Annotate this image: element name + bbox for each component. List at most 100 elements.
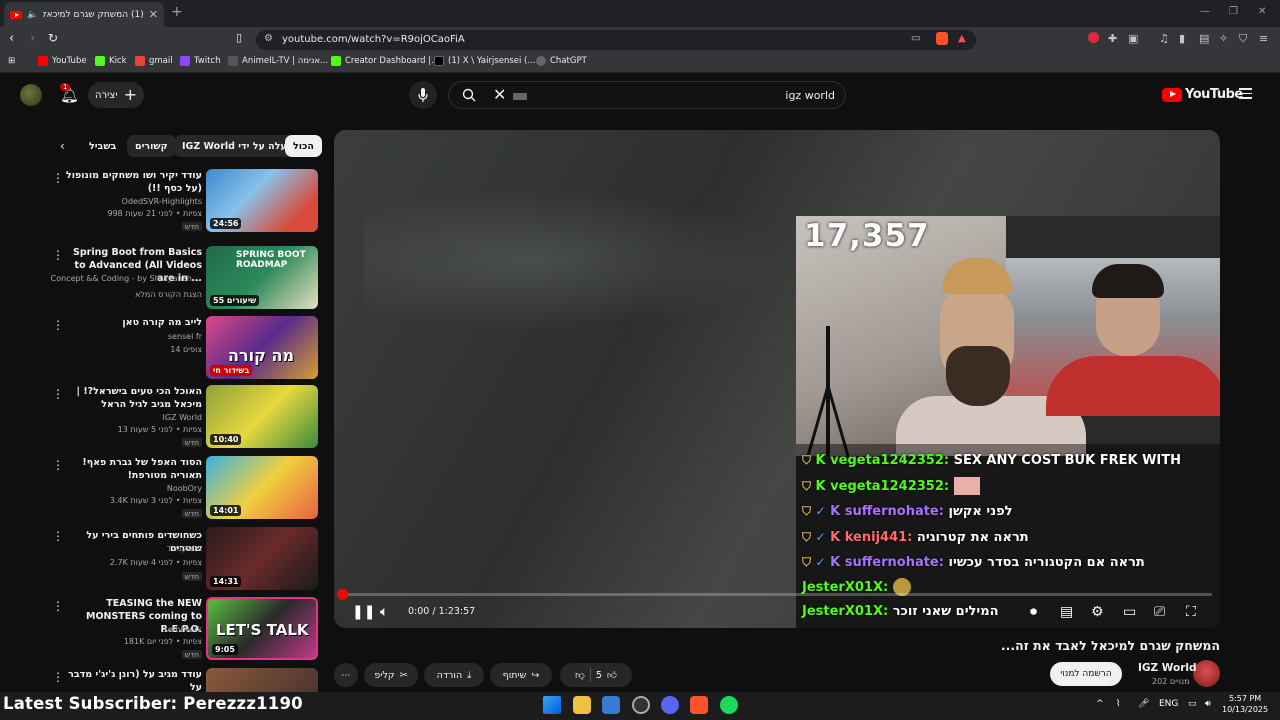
fullscreen-icon[interactable]: ⛶ xyxy=(1186,604,1196,620)
video-thumbnail[interactable] xyxy=(206,668,318,692)
channel-name[interactable]: OdedSVR-Highlights xyxy=(122,197,202,206)
bookmark-x[interactable]: (1) X \ Yairjsensei (... xyxy=(434,56,535,66)
bookmark-creator-dashboard[interactable]: Creator Dashboard |... xyxy=(331,56,439,66)
subtitles-icon[interactable]: ▤ xyxy=(1060,604,1073,620)
bookmark-kick[interactable]: Kick xyxy=(95,56,127,66)
video-thumbnail[interactable]: 10:40 xyxy=(206,385,318,448)
cast-icon[interactable]: ⎚ xyxy=(1154,604,1165,620)
bookmark-icon[interactable]: ▯ xyxy=(236,31,242,44)
theater-mode-icon[interactable]: ▭ xyxy=(1123,604,1136,620)
video-thumbnail[interactable]: מה קורה בשידור חי xyxy=(206,316,318,379)
maximize-icon[interactable]: ❐ xyxy=(1229,6,1238,17)
video-title[interactable]: הסוד האפל של גברת פאף! תאוריה מטורפת! xyxy=(62,456,202,482)
keyboard-icon[interactable] xyxy=(513,93,527,100)
video-thumbnail[interactable]: 14:01 xyxy=(206,456,318,519)
system-clock[interactable]: 5:57 PM 10/13/2025 xyxy=(1222,693,1268,715)
discord-icon[interactable] xyxy=(661,696,679,714)
new-tab-icon[interactable]: + xyxy=(171,4,183,20)
create-button[interactable]: יצירה + xyxy=(88,82,144,108)
recommendation-item[interactable]: ⋮ SPRING BOOT ROADMAP 55 שיעורים Spring B… xyxy=(48,246,320,312)
progress-bar[interactable] xyxy=(337,589,1212,600)
spotify-icon[interactable] xyxy=(720,696,738,714)
address-bar[interactable]: ⚙ youtube.com/watch?v=R9ojOCaoFiA ▭ ▲ xyxy=(256,30,976,50)
autoplay-toggle[interactable]: ⏺ xyxy=(1030,604,1037,620)
microphone-tray-icon[interactable]: 🎤︎ xyxy=(1138,699,1149,709)
recommendation-item[interactable]: ⋮ 24:56 עודד יקיר ושו משחקים מונופול (על… xyxy=(48,169,320,235)
reload-icon[interactable]: ↻ xyxy=(48,31,58,45)
brave-browser-icon[interactable] xyxy=(690,696,708,714)
channel-name[interactable]: IGZ World xyxy=(162,413,202,422)
apps-icon[interactable]: ⊞ xyxy=(8,56,15,66)
recommendation-item[interactable]: ⋮ 14:31 כשחושדים פותחים בירי על שוטרים ב… xyxy=(48,527,320,593)
recommendation-item[interactable]: ⋮ מה קורה בשידור חי לייב מה קורה טאן sen… xyxy=(48,316,320,382)
guide-menu-icon[interactable] xyxy=(1239,88,1252,99)
obs-icon[interactable] xyxy=(632,696,650,714)
vpn-icon[interactable]: ⛉ xyxy=(1239,32,1247,46)
brave-rewards-icon[interactable]: ▲ xyxy=(958,33,966,44)
music-icon[interactable]: ♫ xyxy=(1159,32,1169,45)
close-window-icon[interactable]: ✕ xyxy=(1258,6,1266,17)
close-tab-icon[interactable]: ✕ xyxy=(149,8,158,21)
chip-all[interactable]: הכול xyxy=(285,135,322,157)
minimize-icon[interactable]: — xyxy=(1200,6,1210,17)
search-icon[interactable] xyxy=(462,88,476,102)
view-full-course-link[interactable]: הצגת הקורס המלא xyxy=(135,290,202,299)
network-icon[interactable]: ⌇ xyxy=(1116,699,1120,709)
search-input[interactable]: ✕ igz world xyxy=(448,81,846,109)
download-button[interactable]: הורדה ⤓ xyxy=(424,663,484,687)
dislike-icon[interactable]: 👎︎ xyxy=(575,669,585,681)
recommendation-item[interactable]: ⋮ 10:40 האוכל הכי טעים בישראל?! | מיכאל … xyxy=(48,385,320,451)
bookmark-animeil[interactable]: AnimeIL-TV | אנימה... xyxy=(228,56,328,66)
voice-search-button[interactable] xyxy=(409,81,437,109)
youtube-logo[interactable]: YouTube xyxy=(1162,87,1243,102)
speaker-icon[interactable]: 🔈 xyxy=(27,10,38,20)
menu-icon[interactable]: ≡ xyxy=(1259,32,1268,45)
video-title[interactable]: עודד מגיב על (רונן ג'יג'י מדבר על xyxy=(62,668,202,692)
brave-shields-icon[interactable] xyxy=(936,32,948,45)
browser-tab[interactable]: 🔈 (1) המשחק שגרם למיכאל לוו... ✕ xyxy=(4,2,164,27)
volume-tray-icon[interactable]: 🔊︎ xyxy=(1205,699,1211,709)
video-title[interactable]: האוכל הכי טעים בישראל?! | מיכאל מגיב לגי… xyxy=(62,385,202,411)
wallet-icon[interactable]: ▤ xyxy=(1199,32,1209,45)
language-indicator[interactable]: ENG xyxy=(1159,699,1178,709)
channel-name[interactable]: sensei fr xyxy=(168,332,202,341)
tray-expand-icon[interactable]: ^ xyxy=(1096,699,1104,709)
more-actions-button[interactable]: ⋯ xyxy=(334,663,358,687)
windows-start-icon[interactable] xyxy=(543,696,561,714)
video-thumbnail[interactable]: LET'S TALK 9:05 xyxy=(206,597,318,660)
back-icon[interactable]: ‹ xyxy=(9,31,14,46)
volume-icon[interactable]: 🔈︎ xyxy=(380,604,388,620)
clear-search-icon[interactable]: ✕ xyxy=(493,85,506,104)
extensions-icon[interactable]: ✚ xyxy=(1108,32,1117,45)
extension-record-icon[interactable] xyxy=(1088,32,1099,43)
like-icon[interactable]: 👍︎ xyxy=(607,669,617,681)
share-button[interactable]: שיתוף ↪ xyxy=(490,663,552,687)
channel-name[interactable]: בלאקבירד xyxy=(167,544,203,553)
video-thumbnail[interactable]: 24:56 xyxy=(206,169,318,232)
video-title[interactable]: עודד יקיר ושו משחקים מונופול (על כסף !!) xyxy=(62,169,202,195)
channel-name[interactable]: Concept && Coding - by Shrayansh ... xyxy=(51,274,202,283)
screenshot-icon[interactable]: ▣ xyxy=(1128,32,1138,45)
video-thumbnail[interactable]: 14:31 xyxy=(206,527,318,590)
settings-gear-icon[interactable]: ⚙ xyxy=(1091,604,1104,620)
account-avatar[interactable] xyxy=(20,84,42,106)
site-settings-icon[interactable]: ⚙ xyxy=(264,33,273,44)
subscribe-button[interactable]: הרשמה למנוי xyxy=(1050,662,1122,686)
channel-name[interactable]: semiwork xyxy=(164,625,202,634)
file-explorer-icon[interactable] xyxy=(573,696,591,714)
chip-for-you[interactable]: בשביל xyxy=(81,135,124,157)
microsoft-store-icon[interactable] xyxy=(602,696,620,714)
chips-left-arrow-icon[interactable]: ‹ xyxy=(60,139,65,153)
recommendation-item[interactable]: ⋮ LET'S TALK 9:05 TEASING the NEW MONSTE… xyxy=(48,597,320,663)
channel-name[interactable]: NoobOry xyxy=(167,484,202,493)
chip-related[interactable]: קשורים xyxy=(127,135,176,157)
bookmark-chatgpt[interactable]: ChatGPT xyxy=(536,56,587,66)
video-player[interactable]: 17,357 ⛉ K vegeta1242352: SEX ANY COST B… xyxy=(334,130,1220,628)
video-thumbnail[interactable]: SPRING BOOT ROADMAP 55 שיעורים xyxy=(206,246,318,309)
display-icon[interactable]: ▭ xyxy=(1188,699,1197,709)
channel-name-main[interactable]: IGZ World xyxy=(1138,662,1197,674)
pause-button[interactable]: ❚❚ xyxy=(352,604,375,620)
bookmark-twitch[interactable]: Twitch xyxy=(180,56,221,66)
channel-avatar[interactable] xyxy=(1193,660,1220,687)
recommendation-item[interactable]: ⋮ עודד מגיב על (רונן ג'יג'י מדבר על xyxy=(48,668,320,692)
